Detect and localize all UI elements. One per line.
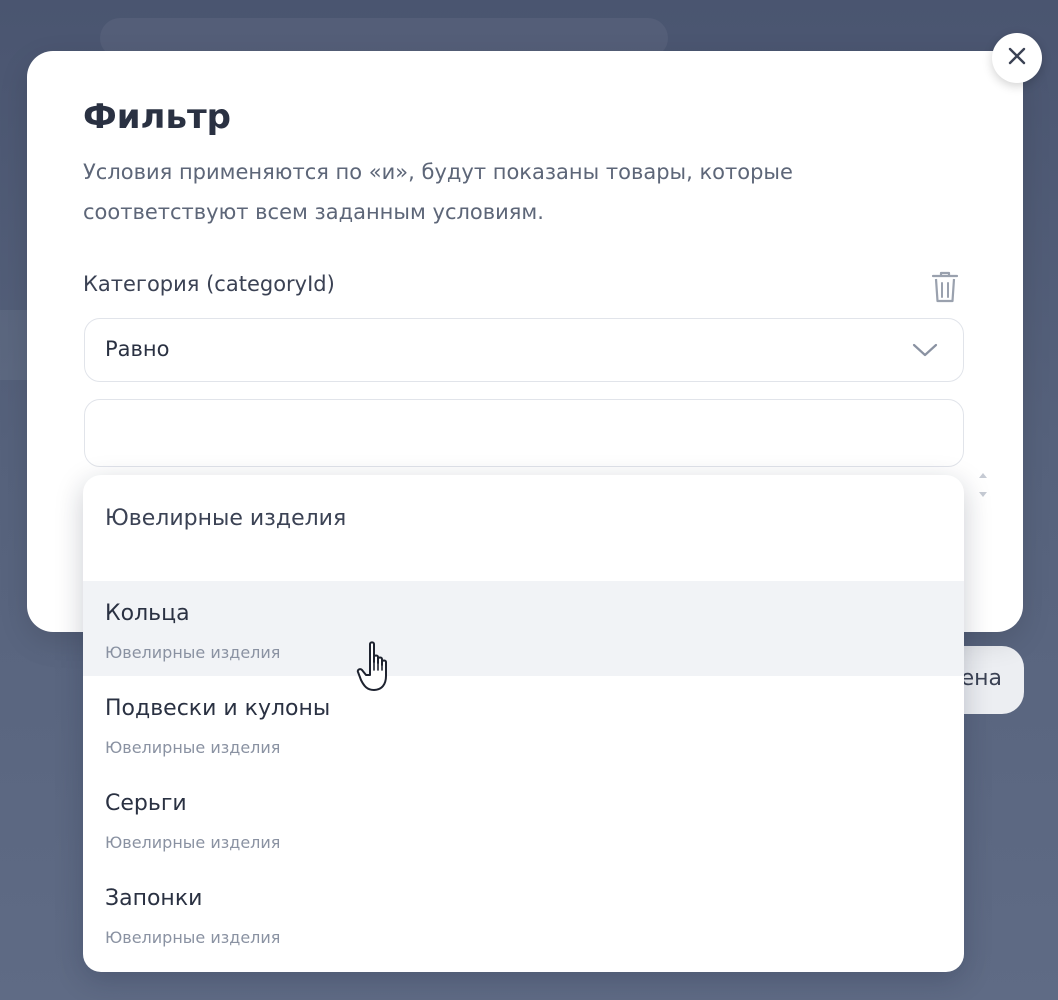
trash-icon[interactable] <box>931 270 959 304</box>
close-button[interactable] <box>992 33 1042 83</box>
modal-title: Фильтр <box>83 97 231 137</box>
description-line-2: соответствуют всем заданным условиям. <box>83 200 544 224</box>
option-parent: Ювелирные изделия <box>105 643 281 662</box>
condition-value-input[interactable] <box>84 399 964 467</box>
operator-select[interactable]: Равно <box>84 318 964 382</box>
condition-field-label: Категория (categoryId) <box>83 272 335 296</box>
option-name: Запонки <box>105 886 203 911</box>
option-parent: Ювелирные изделия <box>105 833 281 852</box>
dropdown-group-header[interactable]: Ювелирные изделия <box>105 506 346 531</box>
chevron-down-icon <box>911 341 939 359</box>
operator-select-value: Равно <box>105 337 170 361</box>
category-dropdown: Ювелирные изделия Кольца Ювелирные издел… <box>83 475 964 972</box>
dropdown-option-pendants[interactable]: Подвески и кулоны Ювелирные изделия <box>83 676 964 771</box>
dropdown-option-earrings[interactable]: Серьги Ювелирные изделия <box>83 771 964 866</box>
option-parent: Ювелирные изделия <box>105 928 281 947</box>
option-name: Кольца <box>105 601 190 626</box>
background-cancel-label: ена <box>960 666 1002 691</box>
dropdown-option-cufflinks[interactable]: Запонки Ювелирные изделия <box>83 866 964 961</box>
description-line-1: Условия применяются по «и», будут показа… <box>83 160 793 184</box>
modal-description: Условия применяются по «и», будут показа… <box>83 152 903 232</box>
option-parent: Ювелирные изделия <box>105 738 281 757</box>
option-name: Подвески и кулоны <box>105 696 331 721</box>
number-spinner-icon[interactable] <box>976 467 990 503</box>
close-icon <box>1007 46 1027 70</box>
dropdown-option-rings[interactable]: Кольца Ювелирные изделия <box>83 581 964 676</box>
option-name: Серьги <box>105 791 187 816</box>
background-panel <box>0 310 27 380</box>
